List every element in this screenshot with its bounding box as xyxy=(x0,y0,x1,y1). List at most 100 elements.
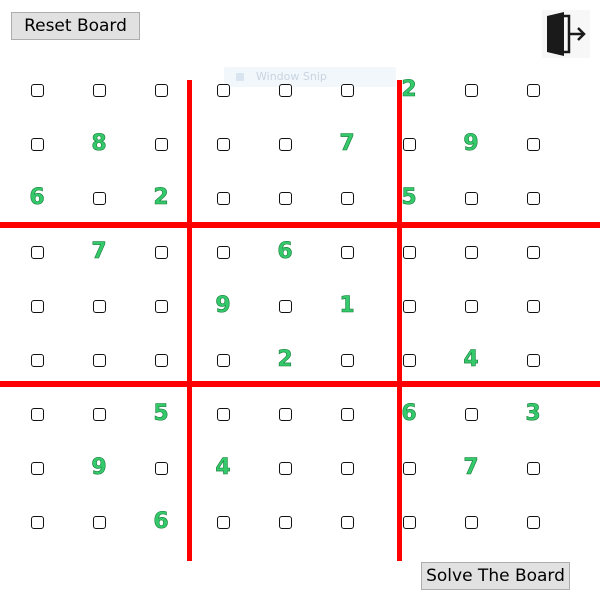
board-cell-r2-c1[interactable] xyxy=(17,124,57,164)
board-cell-r9-c4[interactable] xyxy=(203,502,243,542)
board-cell-r5-c3[interactable] xyxy=(141,286,181,326)
empty-cell-checkbox[interactable] xyxy=(92,83,106,97)
board-cell-r2-c9[interactable] xyxy=(513,124,553,164)
empty-cell-checkbox[interactable] xyxy=(340,191,354,205)
board-cell-r8-c6[interactable] xyxy=(327,448,367,488)
board-cell-r9-c5[interactable] xyxy=(265,502,305,542)
empty-cell-checkbox[interactable] xyxy=(92,353,106,367)
board-cell-r7-c5[interactable] xyxy=(265,394,305,434)
empty-cell-checkbox[interactable] xyxy=(526,353,540,367)
board-cell-r6-c1[interactable] xyxy=(17,340,57,380)
empty-cell-checkbox[interactable] xyxy=(92,299,106,313)
board-cell-r1-c3[interactable] xyxy=(141,70,181,110)
board-cell-r9-c6[interactable] xyxy=(327,502,367,542)
empty-cell-checkbox[interactable] xyxy=(30,407,44,421)
board-cell-r7-c8[interactable] xyxy=(451,394,491,434)
board-cell-r8-c5[interactable] xyxy=(265,448,305,488)
empty-cell-checkbox[interactable] xyxy=(340,353,354,367)
board-cell-r6-c7[interactable] xyxy=(389,340,429,380)
empty-cell-checkbox[interactable] xyxy=(216,407,230,421)
board-cell-r4-c7[interactable] xyxy=(389,232,429,272)
empty-cell-checkbox[interactable] xyxy=(278,407,292,421)
board-cell-r9-c2[interactable] xyxy=(79,502,119,542)
empty-cell-checkbox[interactable] xyxy=(154,461,168,475)
board-cell-r5-c5[interactable] xyxy=(265,286,305,326)
empty-cell-checkbox[interactable] xyxy=(526,191,540,205)
empty-cell-checkbox[interactable] xyxy=(216,137,230,151)
empty-cell-checkbox[interactable] xyxy=(278,83,292,97)
empty-cell-checkbox[interactable] xyxy=(154,245,168,259)
empty-cell-checkbox[interactable] xyxy=(216,515,230,529)
empty-cell-checkbox[interactable] xyxy=(526,137,540,151)
empty-cell-checkbox[interactable] xyxy=(464,191,478,205)
empty-cell-checkbox[interactable] xyxy=(154,83,168,97)
board-cell-r7-c6[interactable] xyxy=(327,394,367,434)
board-cell-r1-c1[interactable] xyxy=(17,70,57,110)
board-cell-r3-c2[interactable] xyxy=(79,178,119,218)
empty-cell-checkbox[interactable] xyxy=(92,515,106,529)
empty-cell-checkbox[interactable] xyxy=(464,245,478,259)
board-cell-r4-c4[interactable] xyxy=(203,232,243,272)
empty-cell-checkbox[interactable] xyxy=(526,245,540,259)
board-cell-r1-c9[interactable] xyxy=(513,70,553,110)
empty-cell-checkbox[interactable] xyxy=(340,83,354,97)
empty-cell-checkbox[interactable] xyxy=(154,353,168,367)
empty-cell-checkbox[interactable] xyxy=(464,407,478,421)
empty-cell-checkbox[interactable] xyxy=(402,353,416,367)
board-cell-r6-c3[interactable] xyxy=(141,340,181,380)
empty-cell-checkbox[interactable] xyxy=(30,245,44,259)
board-cell-r9-c9[interactable] xyxy=(513,502,553,542)
board-cell-r6-c4[interactable] xyxy=(203,340,243,380)
empty-cell-checkbox[interactable] xyxy=(526,515,540,529)
empty-cell-checkbox[interactable] xyxy=(278,515,292,529)
empty-cell-checkbox[interactable] xyxy=(278,191,292,205)
board-cell-r1-c5[interactable] xyxy=(265,70,305,110)
board-cell-r2-c5[interactable] xyxy=(265,124,305,164)
board-cell-r9-c7[interactable] xyxy=(389,502,429,542)
empty-cell-checkbox[interactable] xyxy=(402,515,416,529)
empty-cell-checkbox[interactable] xyxy=(216,353,230,367)
board-cell-r1-c6[interactable] xyxy=(327,70,367,110)
board-cell-r3-c5[interactable] xyxy=(265,178,305,218)
board-cell-r4-c3[interactable] xyxy=(141,232,181,272)
solve-board-button[interactable]: Solve The Board xyxy=(421,562,570,590)
board-cell-r4-c1[interactable] xyxy=(17,232,57,272)
empty-cell-checkbox[interactable] xyxy=(526,299,540,313)
empty-cell-checkbox[interactable] xyxy=(464,83,478,97)
board-cell-r7-c2[interactable] xyxy=(79,394,119,434)
reset-board-button[interactable]: Reset Board xyxy=(11,12,140,40)
empty-cell-checkbox[interactable] xyxy=(216,191,230,205)
board-cell-r9-c1[interactable] xyxy=(17,502,57,542)
board-cell-r5-c1[interactable] xyxy=(17,286,57,326)
empty-cell-checkbox[interactable] xyxy=(526,83,540,97)
empty-cell-checkbox[interactable] xyxy=(402,299,416,313)
empty-cell-checkbox[interactable] xyxy=(526,461,540,475)
empty-cell-checkbox[interactable] xyxy=(402,245,416,259)
empty-cell-checkbox[interactable] xyxy=(278,137,292,151)
board-cell-r7-c1[interactable] xyxy=(17,394,57,434)
board-cell-r3-c9[interactable] xyxy=(513,178,553,218)
board-cell-r3-c4[interactable] xyxy=(203,178,243,218)
board-cell-r3-c6[interactable] xyxy=(327,178,367,218)
board-cell-r2-c4[interactable] xyxy=(203,124,243,164)
empty-cell-checkbox[interactable] xyxy=(154,137,168,151)
empty-cell-checkbox[interactable] xyxy=(402,137,416,151)
empty-cell-checkbox[interactable] xyxy=(92,407,106,421)
board-cell-r4-c6[interactable] xyxy=(327,232,367,272)
empty-cell-checkbox[interactable] xyxy=(92,191,106,205)
empty-cell-checkbox[interactable] xyxy=(278,299,292,313)
empty-cell-checkbox[interactable] xyxy=(30,461,44,475)
board-cell-r2-c3[interactable] xyxy=(141,124,181,164)
board-cell-r6-c2[interactable] xyxy=(79,340,119,380)
board-cell-r6-c9[interactable] xyxy=(513,340,553,380)
board-cell-r5-c2[interactable] xyxy=(79,286,119,326)
board-cell-r6-c6[interactable] xyxy=(327,340,367,380)
board-cell-r8-c1[interactable] xyxy=(17,448,57,488)
empty-cell-checkbox[interactable] xyxy=(30,299,44,313)
exit-door-icon[interactable] xyxy=(542,10,590,58)
empty-cell-checkbox[interactable] xyxy=(340,245,354,259)
board-cell-r1-c4[interactable] xyxy=(203,70,243,110)
empty-cell-checkbox[interactable] xyxy=(402,461,416,475)
empty-cell-checkbox[interactable] xyxy=(154,299,168,313)
empty-cell-checkbox[interactable] xyxy=(30,353,44,367)
